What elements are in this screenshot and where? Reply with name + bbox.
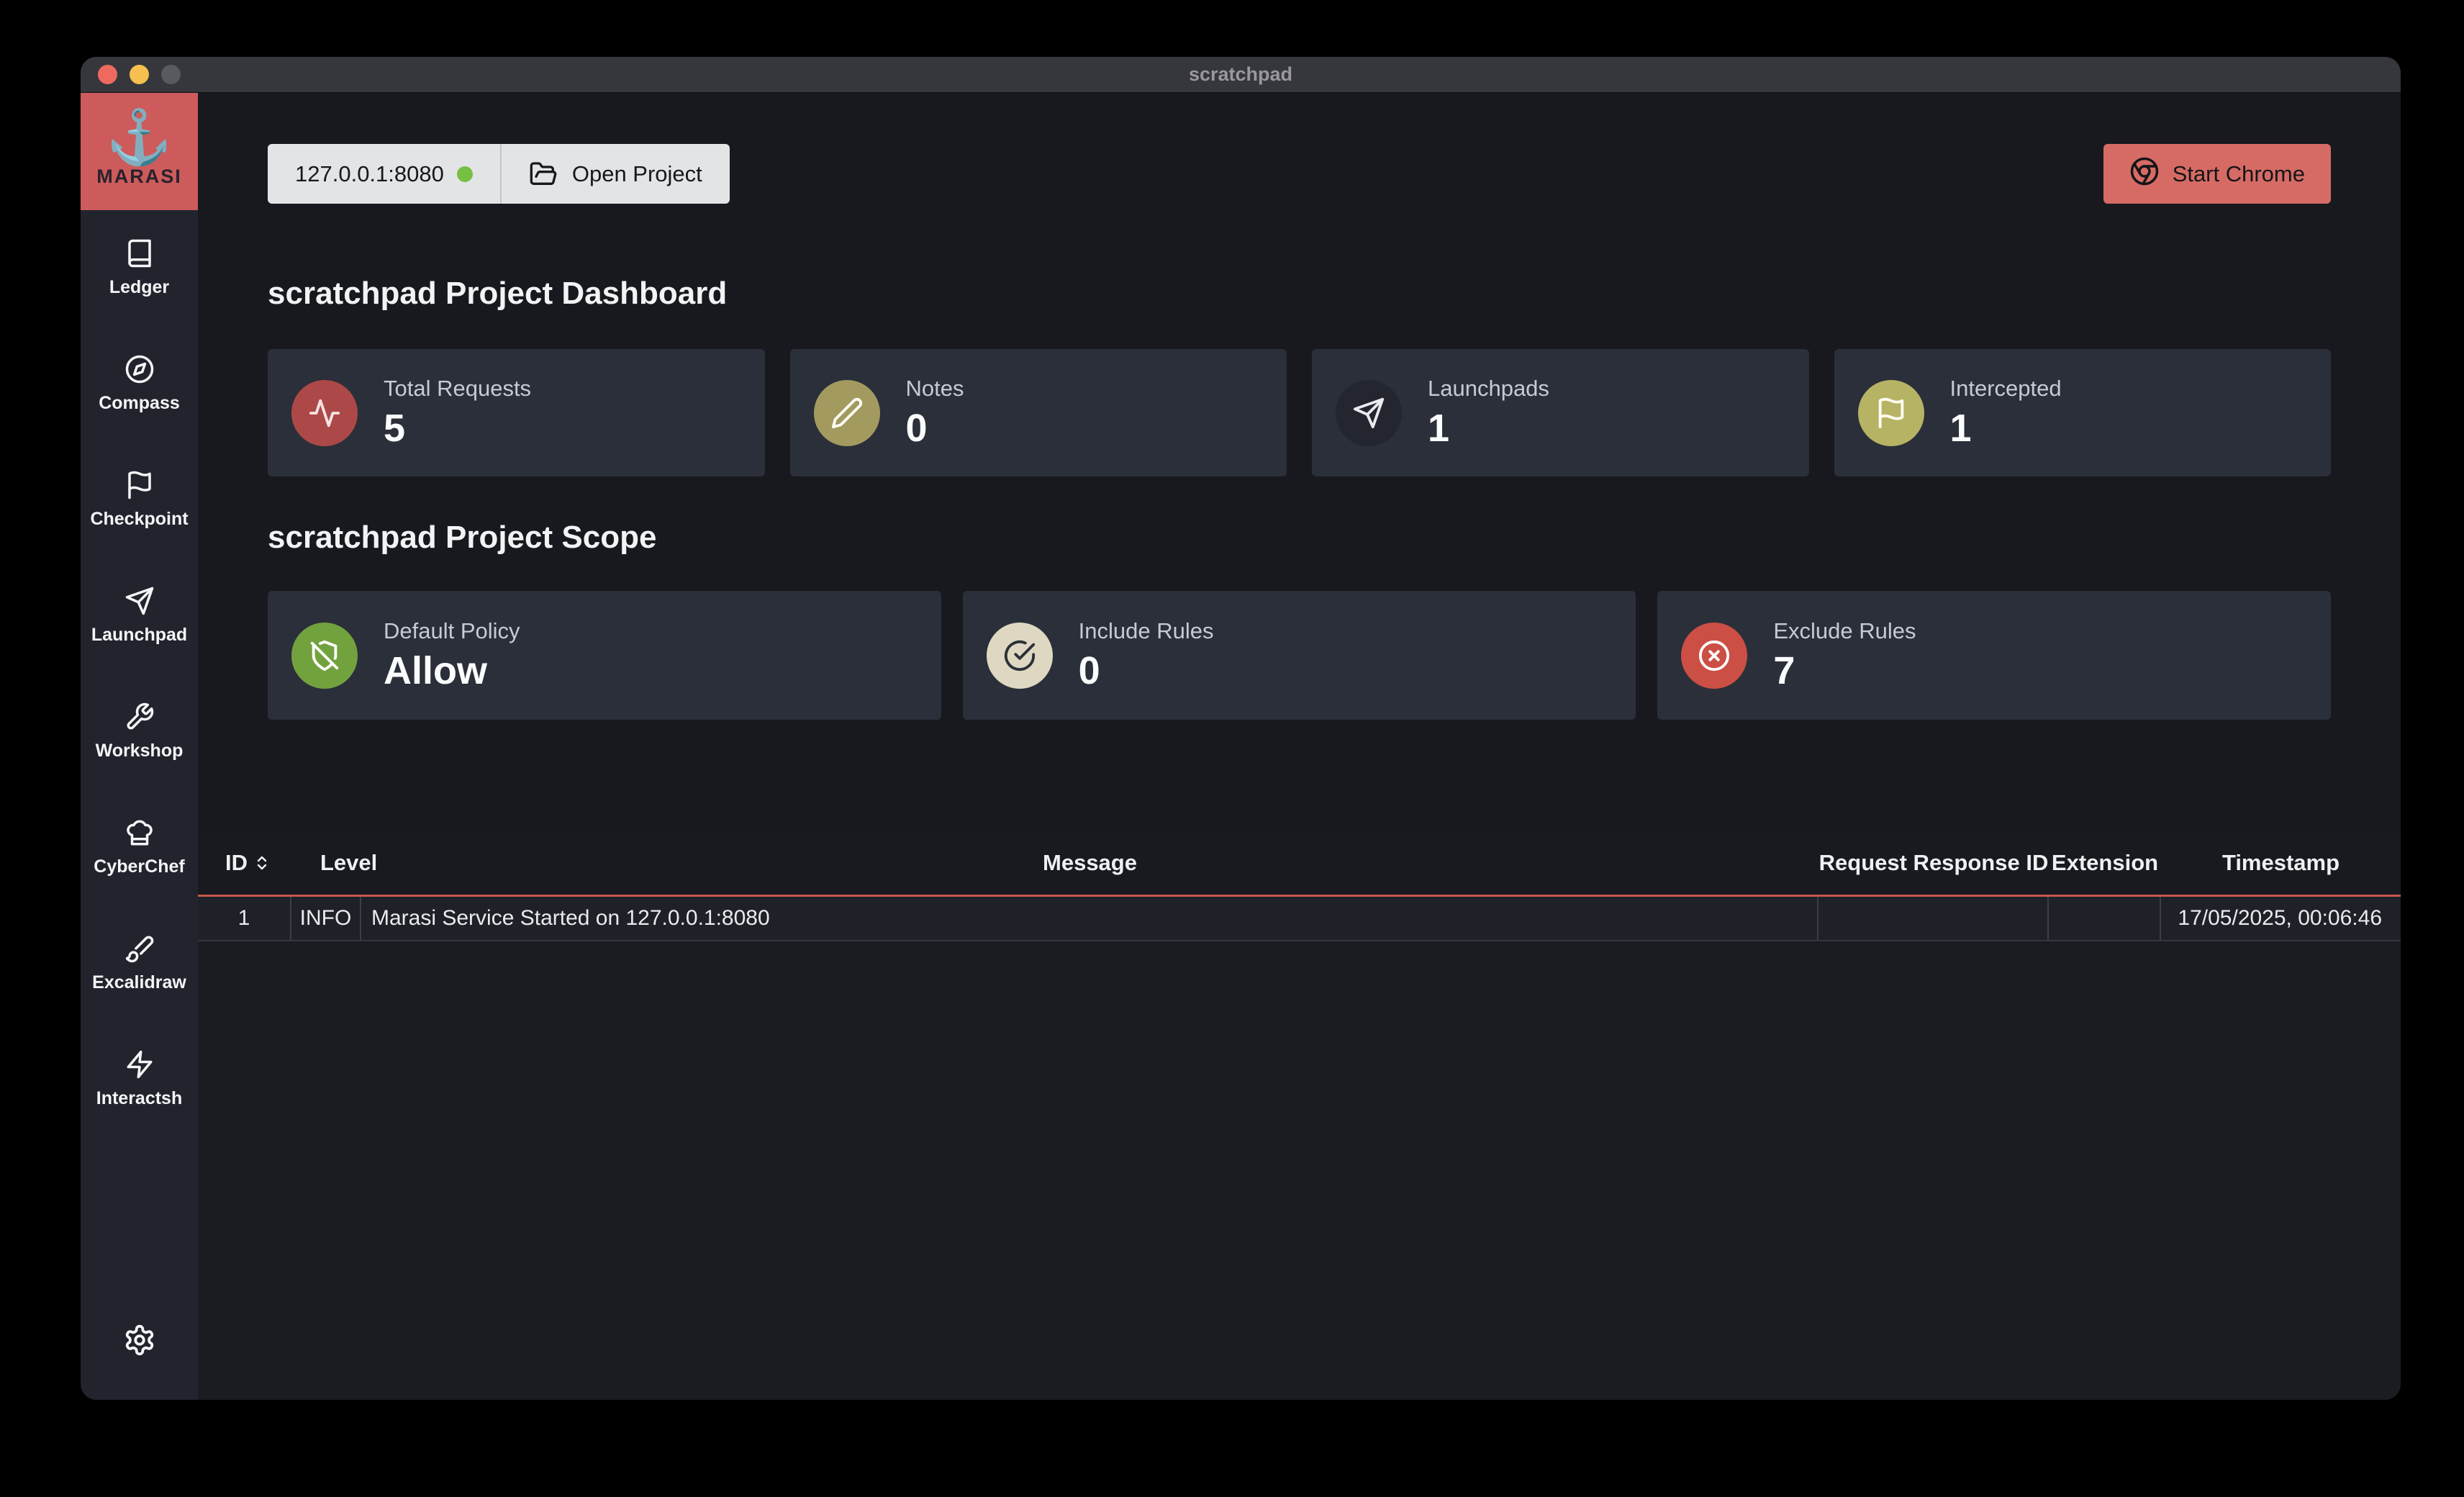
gear-icon bbox=[123, 1347, 156, 1360]
start-chrome-button[interactable]: Start Chrome bbox=[2103, 144, 2331, 204]
window-title: scratchpad bbox=[81, 63, 2401, 86]
settings-button[interactable] bbox=[123, 1324, 156, 1360]
stat-value: 5 bbox=[384, 406, 531, 451]
scope-card-include-rules: Include Rules 0 bbox=[963, 591, 1636, 720]
sidebar-item-compass[interactable]: Compass bbox=[81, 326, 198, 442]
open-project-button[interactable]: Open Project bbox=[500, 144, 730, 204]
sidebar-item-launchpad[interactable]: Launchpad bbox=[81, 558, 198, 674]
sidebar-item-label: Launchpad bbox=[91, 625, 187, 646]
zap-icon bbox=[124, 1049, 155, 1083]
scope-label: Include Rules bbox=[1079, 618, 1214, 644]
start-chrome-label: Start Chrome bbox=[2173, 161, 2305, 187]
send-icon bbox=[1336, 380, 1402, 446]
stat-label: Intercepted bbox=[1950, 376, 2062, 402]
stat-card-notes: Notes 0 bbox=[790, 349, 1287, 476]
row-level: INFO bbox=[291, 897, 361, 940]
proxy-control: 127.0.0.1:8080 Open Project bbox=[268, 144, 730, 204]
flag-icon bbox=[124, 470, 155, 504]
flag-icon bbox=[1858, 380, 1924, 446]
log-table: ID Level Message Request Response ID Ext… bbox=[198, 831, 2401, 1400]
sort-icon bbox=[253, 854, 271, 872]
activity-icon bbox=[291, 380, 358, 446]
shield-off-icon bbox=[291, 623, 358, 689]
row-extension bbox=[2049, 897, 2161, 940]
pencil-icon bbox=[814, 380, 880, 446]
folder-open-icon bbox=[529, 160, 572, 189]
column-header-timestamp: Timestamp bbox=[2161, 850, 2401, 876]
proxy-status-dot bbox=[457, 166, 473, 182]
check-circle-icon bbox=[987, 623, 1053, 689]
sidebar-item-label: Checkpoint bbox=[90, 509, 188, 530]
proxy-address-button[interactable]: 127.0.0.1:8080 bbox=[268, 144, 500, 204]
paintbrush-icon bbox=[124, 933, 155, 967]
scope-label: Default Policy bbox=[384, 618, 520, 644]
stat-card-launchpads: Launchpads 1 bbox=[1312, 349, 1809, 476]
app-window: scratchpad ⚓ MARASI Ledger Compass Check… bbox=[81, 57, 2401, 1400]
table-row[interactable]: 1 INFO Marasi Service Started on 127.0.0… bbox=[198, 897, 2401, 941]
scope-value: Allow bbox=[384, 648, 520, 693]
stat-card-total-requests: Total Requests 5 bbox=[268, 349, 765, 476]
wrench-icon bbox=[124, 702, 155, 736]
scope-card-exclude-rules: Exclude Rules 7 bbox=[1657, 591, 2331, 720]
sidebar-item-label: Workshop bbox=[96, 741, 184, 761]
scope-value: 0 bbox=[1079, 648, 1214, 693]
chrome-icon bbox=[2129, 156, 2160, 192]
anchor-icon: ⚓ bbox=[106, 111, 172, 164]
stat-card-intercepted: Intercepted 1 bbox=[1834, 349, 2332, 476]
row-timestamp: 17/05/2025, 00:06:46 bbox=[2161, 897, 2401, 940]
sidebar: ⚓ MARASI Ledger Compass Checkpoint Launc… bbox=[81, 93, 198, 1400]
row-message: Marasi Service Started on 127.0.0.1:8080 bbox=[361, 897, 1818, 940]
compass-icon bbox=[124, 354, 155, 388]
sidebar-item-excalidraw[interactable]: Excalidraw bbox=[81, 905, 198, 1021]
stat-label: Launchpads bbox=[1428, 376, 1549, 402]
marasi-logo: ⚓ MARASI bbox=[81, 93, 198, 210]
dashboard-title: scratchpad Project Dashboard bbox=[268, 276, 2331, 312]
sidebar-item-cyberchef[interactable]: CyberChef bbox=[81, 790, 198, 905]
stat-label: Total Requests bbox=[384, 376, 531, 402]
toolbar: 127.0.0.1:8080 Open Project Start Chrome bbox=[268, 144, 2331, 204]
sidebar-item-label: Ledger bbox=[109, 277, 169, 298]
column-header-level: Level bbox=[291, 850, 361, 876]
scope-label: Exclude Rules bbox=[1773, 618, 1916, 644]
sidebar-item-label: CyberChef bbox=[94, 856, 184, 877]
sidebar-item-checkpoint[interactable]: Checkpoint bbox=[81, 442, 198, 558]
stats-row: Total Requests 5 Notes 0 bbox=[268, 349, 2331, 476]
sidebar-item-workshop[interactable]: Workshop bbox=[81, 674, 198, 790]
stat-value: 1 bbox=[1428, 406, 1549, 451]
main-content: 127.0.0.1:8080 Open Project Start Chrome… bbox=[198, 93, 2401, 1400]
stat-value: 1 bbox=[1950, 406, 2062, 451]
logo-text: MARASI bbox=[96, 166, 182, 188]
chef-hat-icon bbox=[124, 818, 155, 851]
proxy-address: 127.0.0.1:8080 bbox=[295, 161, 444, 187]
book-icon bbox=[124, 238, 155, 272]
column-header-extension: Extension bbox=[2049, 850, 2161, 876]
scope-row: Default Policy Allow Include Rules 0 bbox=[268, 591, 2331, 720]
sidebar-item-ledger[interactable]: Ledger bbox=[81, 210, 198, 326]
sidebar-item-label: Excalidraw bbox=[92, 972, 186, 993]
stat-value: 0 bbox=[906, 406, 964, 451]
stat-label: Notes bbox=[906, 376, 964, 402]
scope-title: scratchpad Project Scope bbox=[268, 520, 2331, 556]
column-header-request-response-id: Request Response ID bbox=[1818, 850, 2049, 876]
open-project-label: Open Project bbox=[572, 161, 702, 187]
row-request-response-id bbox=[1818, 897, 2049, 940]
scope-card-default-policy: Default Policy Allow bbox=[268, 591, 941, 720]
column-header-message: Message bbox=[361, 850, 1818, 876]
sidebar-item-label: Compass bbox=[99, 393, 180, 414]
title-bar: scratchpad bbox=[81, 57, 2401, 93]
send-icon bbox=[124, 586, 155, 620]
column-header-id[interactable]: ID bbox=[198, 850, 291, 876]
sidebar-item-interactsh[interactable]: Interactsh bbox=[81, 1021, 198, 1137]
scope-value: 7 bbox=[1773, 648, 1916, 693]
sidebar-item-label: Interactsh bbox=[96, 1088, 182, 1109]
x-circle-icon bbox=[1681, 623, 1747, 689]
row-id: 1 bbox=[198, 897, 291, 940]
log-table-header: ID Level Message Request Response ID Ext… bbox=[198, 831, 2401, 897]
